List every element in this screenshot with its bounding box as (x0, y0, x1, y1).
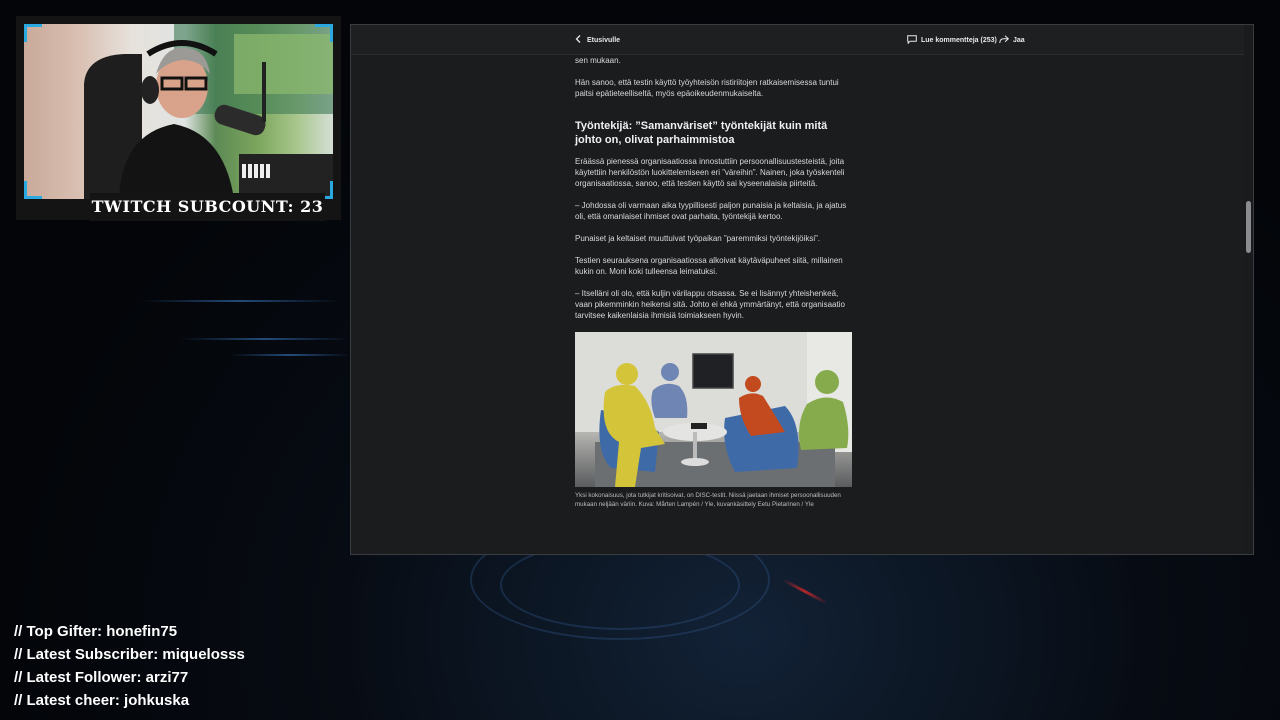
background-streak (230, 354, 350, 356)
top-gifter: // Top Gifter: honefin75 (14, 623, 178, 640)
latest-cheer: // Latest cheer: johkuska (14, 692, 190, 709)
latest-follower: // Latest Follower: arzi77 (14, 669, 189, 686)
frame-corner (24, 24, 42, 42)
latest-subscriber: // Latest Subscriber: miquelosss (14, 646, 245, 663)
webcam-video (24, 24, 333, 199)
read-comments-link[interactable]: Lue kommentteja (253) (907, 25, 997, 55)
share-label: Jaa (1013, 36, 1025, 44)
background-streak (180, 338, 350, 340)
paragraph: sen mukaan. (575, 56, 621, 65)
browser-window: Etusivulle Lue kommentteja (253) Jaa sen… (350, 24, 1254, 555)
article-body: sen mukaan. Hän sanoo, että testin käytt… (575, 55, 855, 509)
paragraph: Hän sanoo, että testin käyttö työyhteisö… (575, 78, 839, 98)
article-image[interactable] (575, 332, 852, 487)
frame-corner (315, 24, 333, 42)
back-to-home-link[interactable]: Etusivulle (575, 25, 620, 55)
comment-icon (907, 34, 917, 46)
streamer-figure (84, 24, 333, 199)
frame-corner (24, 181, 42, 199)
paragraph: Punaiset ja keltaiset muuttuivat työpaik… (575, 234, 820, 243)
paragraph: Testien seurauksena organisaatiossa alko… (575, 256, 843, 276)
twitch-subcount: TWITCH SUBCOUNT: 23 (90, 193, 325, 221)
background-streak-red (782, 578, 828, 605)
background-streak (140, 300, 340, 302)
article-top-nav: Etusivulle Lue kommentteja (253) Jaa (351, 25, 1253, 55)
section-heading: Työntekijä: ”Samanväriset” työntekijät k… (575, 120, 828, 146)
paragraph: – Itselläni oli olo, että kuljin värilap… (575, 289, 845, 320)
webcam-frame (16, 16, 341, 220)
chevron-left-icon (575, 35, 581, 45)
scrollbar-thumb[interactable] (1246, 201, 1251, 253)
comments-label: Lue kommentteja (253) (921, 36, 997, 44)
back-link-label: Etusivulle (587, 36, 621, 44)
page-scrollbar[interactable] (1244, 25, 1253, 554)
share-button[interactable]: Jaa (999, 25, 1025, 55)
stream-scene: TWITCH SUBCOUNT: 23 Etusivulle Lue komme… (0, 0, 1280, 720)
disc-colored-figures-illustration (575, 332, 852, 487)
stream-stats: // Top Gifter: honefin75 // Latest Subsc… (14, 620, 245, 712)
paragraph: Eräässä pienessä organisaatiossa innostu… (575, 157, 845, 188)
image-caption: Yksi kokonaisuus, jota tutkijat kritisoi… (575, 492, 841, 508)
paragraph: – Johdossa oli varmaan aika tyypillisest… (575, 201, 847, 221)
share-icon (999, 34, 1010, 46)
